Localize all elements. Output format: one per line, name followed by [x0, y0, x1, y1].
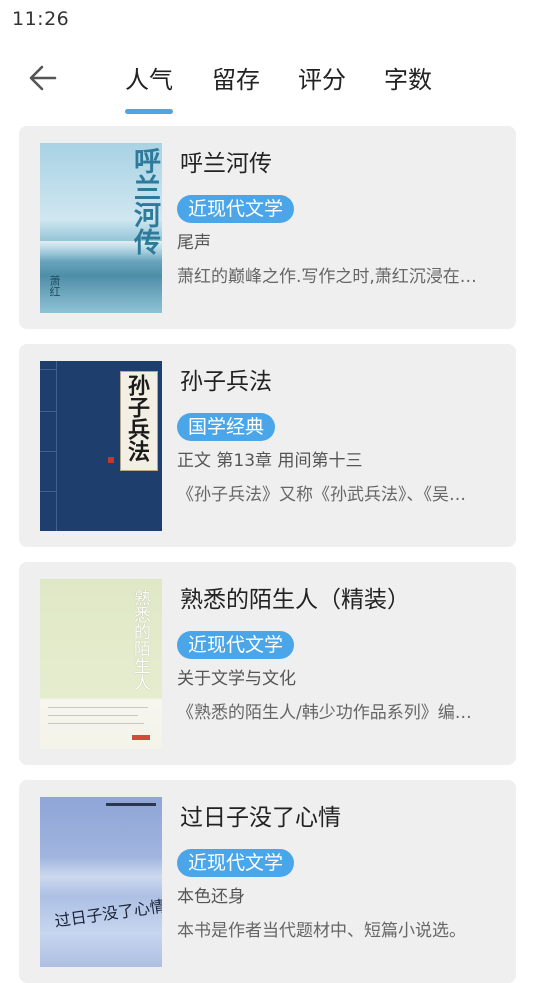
cover-title-art: 过日子没了心情	[53, 896, 162, 931]
cover-author-art: 萧红	[48, 275, 61, 297]
book-cover: 熟悉的陌生人	[40, 579, 162, 749]
status-time: 11:26	[12, 8, 70, 30]
tab-retention[interactable]: 留存	[212, 60, 260, 100]
latest-chapter: 正文 第13章 用间第十三	[177, 451, 363, 471]
latest-chapter: 关于文学与文化	[177, 669, 296, 689]
top-navigation: 人气 留存 评分 字数	[0, 50, 535, 114]
category-badge: 近现代文学	[177, 849, 295, 877]
book-cover: 呼兰河传 萧红	[40, 143, 162, 313]
book-title: 熟悉的陌生人（精装）	[180, 587, 410, 613]
category-badge: 近现代文学	[177, 631, 295, 659]
book-card[interactable]: 过日子没了心情 过日子没了心情 近现代文学 本色还身 本书是作者当代题材中、短篇…	[19, 780, 516, 983]
book-cover: 过日子没了心情	[40, 797, 162, 967]
tab-rating[interactable]: 评分	[298, 60, 346, 100]
back-button[interactable]	[22, 60, 64, 96]
cover-title-art: 孙子兵法	[124, 374, 150, 462]
book-card[interactable]: 呼兰河传 萧红 呼兰河传 近现代文学 尾声 萧红的巅峰之作.写作之时,萧红沉浸在…	[19, 126, 516, 329]
cover-title-art: 呼兰河传	[129, 147, 160, 255]
arrow-left-icon	[29, 65, 57, 91]
category-badge: 近现代文学	[177, 195, 295, 223]
cover-title-art: 熟悉的陌生人	[130, 589, 150, 691]
tab-word-count[interactable]: 字数	[384, 60, 432, 100]
tab-popularity[interactable]: 人气	[125, 60, 173, 114]
status-bar: 11:26	[0, 0, 535, 36]
book-cover: 孙子兵法	[40, 361, 162, 531]
latest-chapter: 尾声	[177, 233, 211, 253]
book-description: 本书是作者当代题材中、短篇小说选。	[177, 921, 466, 941]
book-card[interactable]: 熟悉的陌生人 熟悉的陌生人（精装） 近现代文学 关于文学与文化 《熟悉的陌生人/…	[19, 562, 516, 765]
book-description: 《熟悉的陌生人/韩少功作品系列》编…	[177, 703, 472, 723]
book-description: 《孙子兵法》又称《孙武兵法》、《吴…	[177, 485, 466, 505]
book-description: 萧红的巅峰之作.写作之时,萧红沉浸在…	[177, 267, 477, 287]
category-badge: 国学经典	[177, 413, 276, 441]
book-title: 呼兰河传	[180, 151, 272, 177]
book-title: 孙子兵法	[180, 369, 272, 395]
latest-chapter: 本色还身	[177, 887, 245, 907]
book-title: 过日子没了心情	[180, 805, 341, 831]
book-card[interactable]: 孙子兵法 孙子兵法 国学经典 正文 第13章 用间第十三 《孙子兵法》又称《孙武…	[19, 344, 516, 547]
